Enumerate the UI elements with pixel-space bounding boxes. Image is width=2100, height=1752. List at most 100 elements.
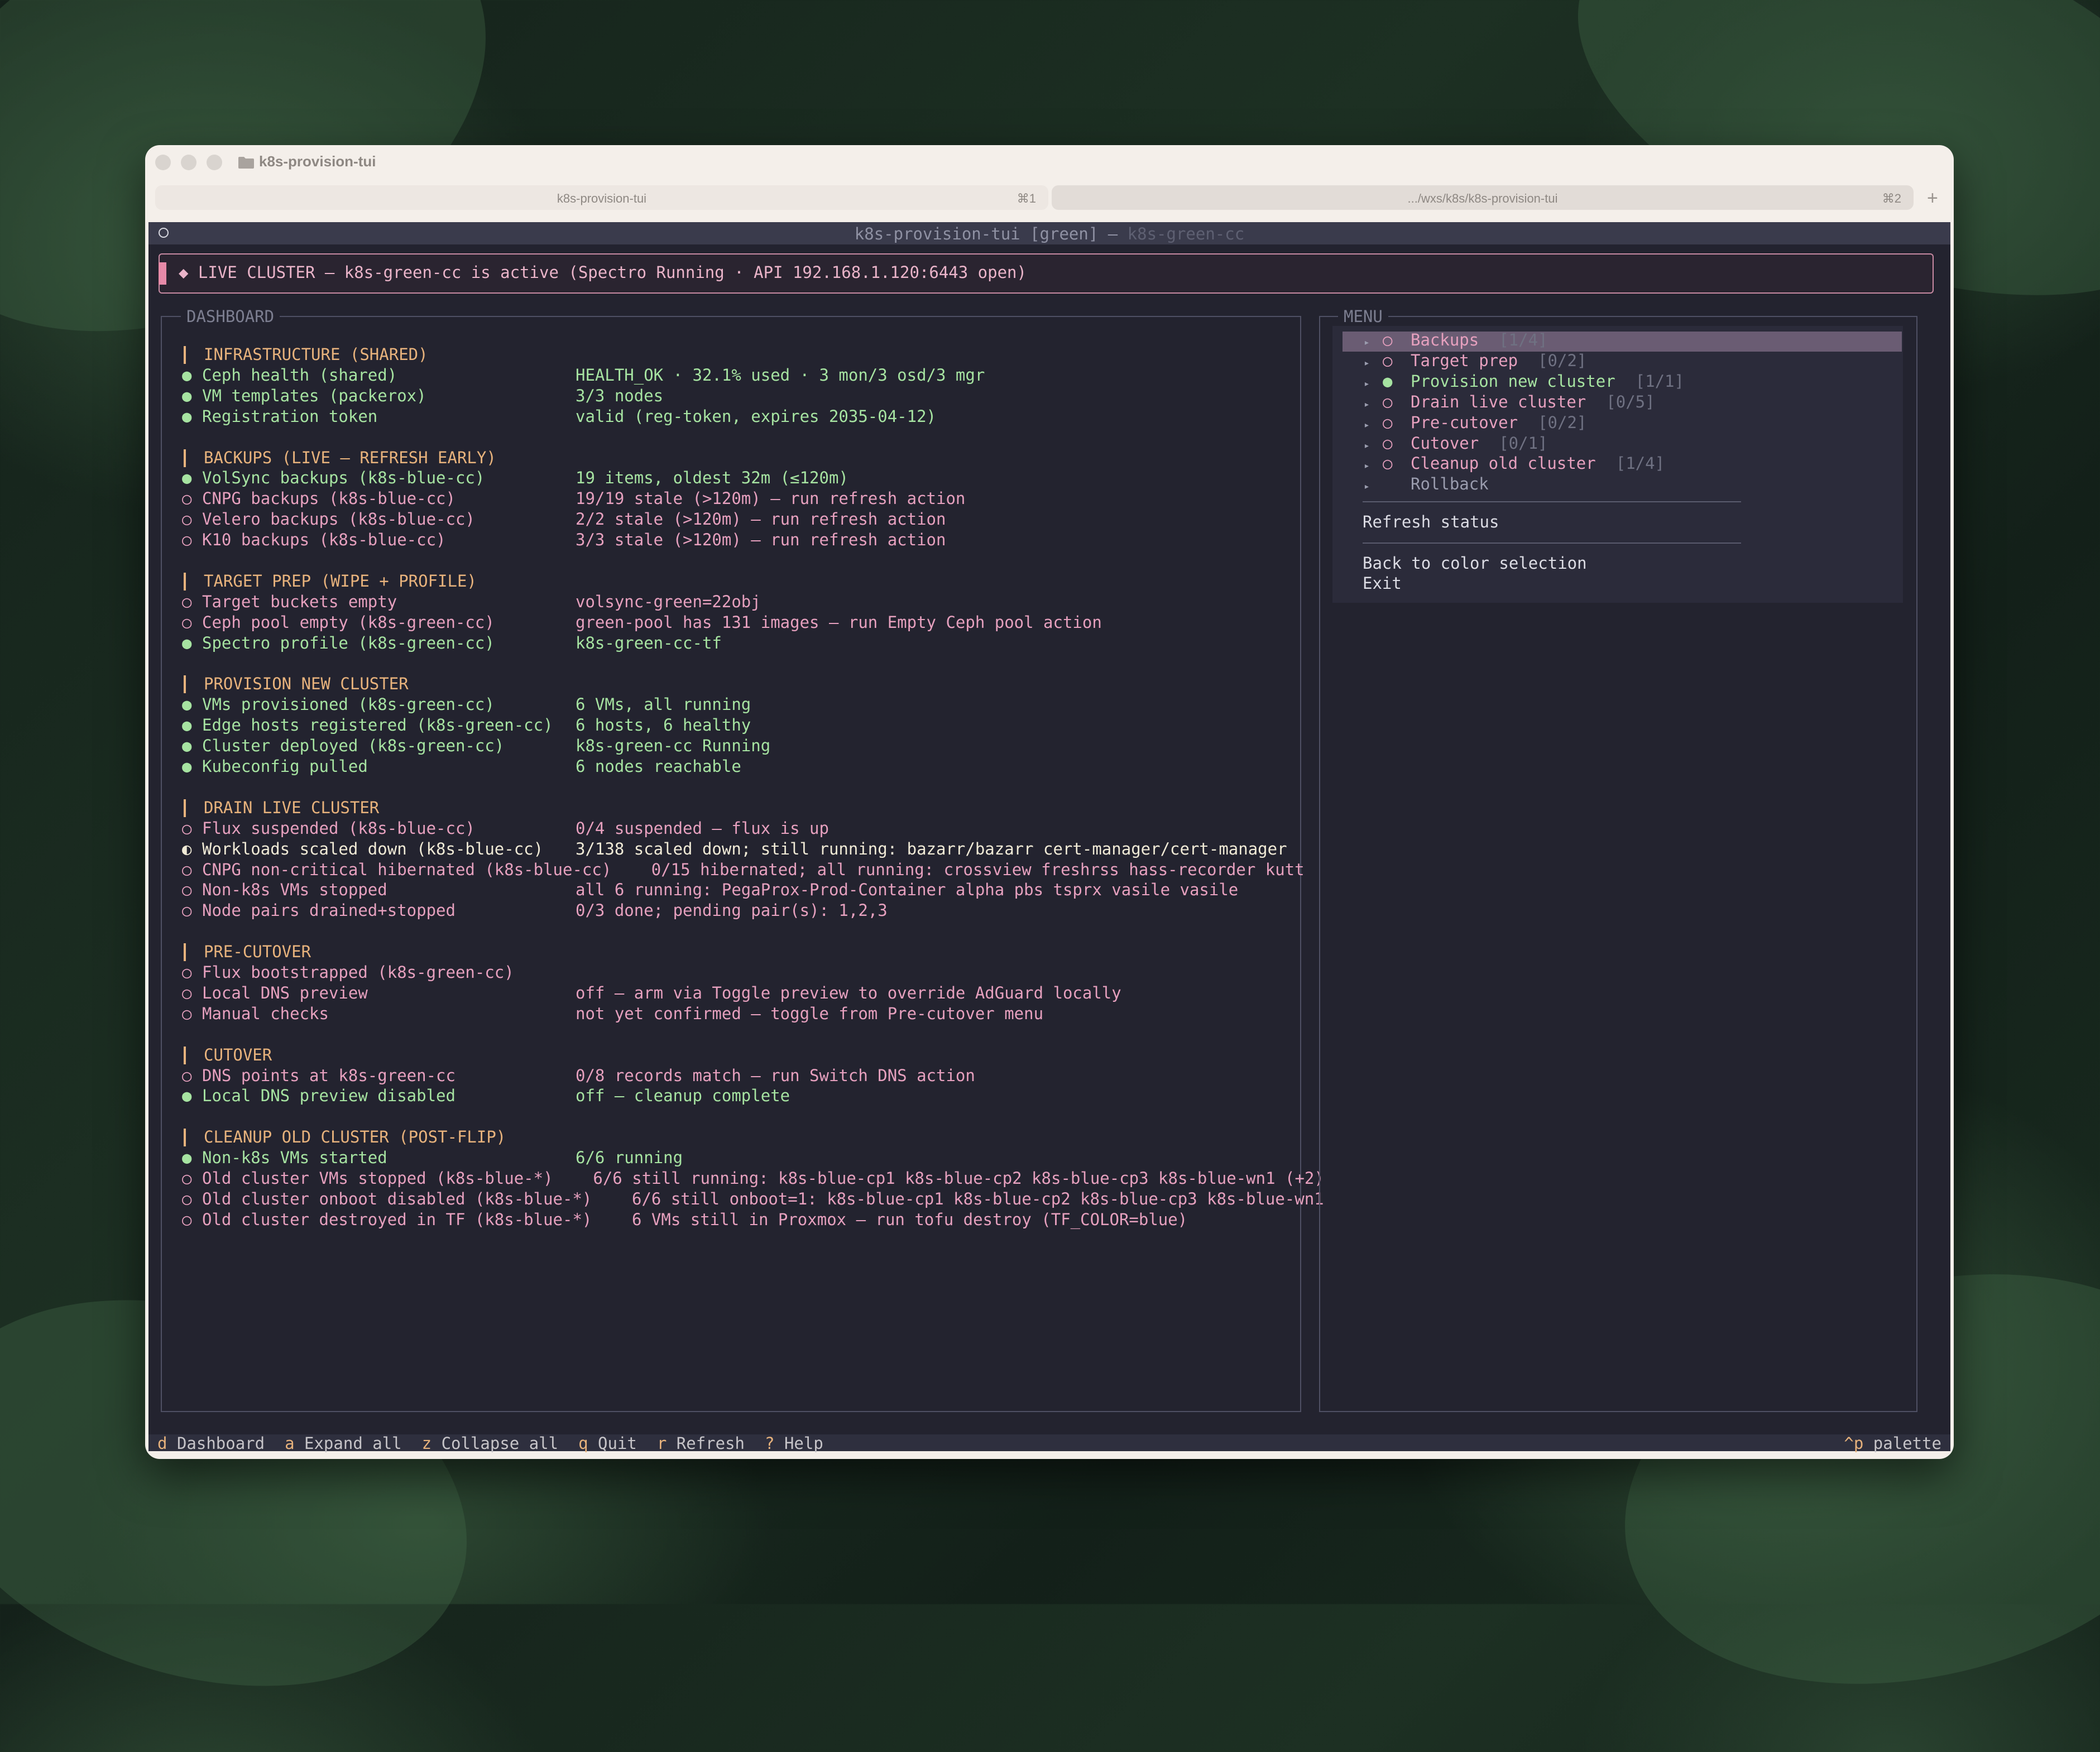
menu-item-label: Provision new cluster (1411, 371, 1615, 391)
exit-item[interactable]: Exit (1363, 574, 1402, 594)
check-status: 6/6 still running: k8s-blue-cp1 k8s-blue… (593, 1169, 1324, 1188)
check-pending-icon: ○ (182, 592, 192, 611)
check-done-icon: ● (1383, 371, 1393, 391)
check-row: ○ Manual checks not yet confirmed — toggle… (182, 1004, 1298, 1024)
menu-item-drain-live-cluster[interactable]: ▸ ○ Drain live cluster [0/5] (1364, 392, 1655, 412)
tab-shortcut: ⌘1 (1017, 191, 1036, 205)
expand-arrow-icon: ▸ (1364, 419, 1370, 431)
minimize-button[interactable] (181, 155, 196, 170)
menu-divider (1363, 543, 1741, 544)
check-status: 6 VMs, all running (576, 695, 751, 714)
check-pending-icon: ○ (182, 1065, 192, 1085)
check-status: 19 items, oldest 32m (≤120m) (576, 468, 848, 488)
check-done-icon: ● (182, 468, 192, 488)
terminal-window: k8s-provision-tui k8s-provision-tui ⌘1 .… (145, 145, 1954, 1459)
footer-key-collapse-all[interactable]: z Collapse all (422, 1434, 558, 1453)
check-row: ● Spectro profile (k8s-green-cc) k8s-green… (182, 633, 1298, 654)
check-row: ○ Velero backups (k8s-blue-cc) 2/2 stale (… (182, 510, 1298, 530)
check-label: Kubeconfig pulled (202, 757, 368, 776)
check-row: ○ Flux suspended (k8s-blue-cc) 0/4 suspend… (182, 819, 1298, 839)
check-row: ○ Flux bootstrapped (k8s-green-cc) (182, 963, 1298, 983)
check-row: ○ Local DNS preview off — arm via Toggle p… (182, 983, 1298, 1004)
menu-item-label: Cleanup old cluster (1411, 454, 1596, 473)
check-row: ○ Ceph pool empty (k8s-green-cc) green-poo… (182, 613, 1298, 633)
check-row: ● Ceph health (shared) HEALTH_OK · 32.1% u… (182, 366, 1298, 386)
check-pending-icon: ○ (182, 1209, 192, 1229)
zoom-button[interactable] (207, 155, 222, 170)
check-pending-icon: ○ (182, 880, 192, 900)
check-status: 6 nodes reachable (576, 757, 741, 776)
check-label: Cluster deployed (k8s-green-cc) (202, 736, 505, 756)
section-marker (184, 449, 186, 467)
tab-bar: k8s-provision-tui ⌘1 .../wxs/k8s/k8s-pro… (155, 182, 1945, 210)
check-row: ○ Old cluster VMs stopped (k8s-blue-*) 6/6… (182, 1169, 1324, 1189)
check-status: 3/3 nodes (576, 386, 664, 405)
check-label: Old cluster VMs stopped (k8s-blue-*) (202, 1169, 553, 1188)
palette-shortcut[interactable]: ^p palette (1844, 1434, 1941, 1453)
check-label: CNPG non-critical hibernated (k8s-blue-c… (202, 860, 612, 879)
check-pending-icon: ○ (182, 530, 192, 550)
check-label: Manual checks (202, 1004, 329, 1023)
check-row: ○ CNPG non-critical hibernated (k8s-blue-… (182, 860, 1305, 880)
expand-arrow-icon: ▸ (1364, 357, 1370, 369)
refresh-status-item[interactable]: Refresh status (1363, 512, 1499, 532)
close-button[interactable] (155, 155, 171, 170)
tui-title: k8s-provision-tui [green] — k8s-green-cc (854, 224, 1245, 243)
check-status: k8s-green-cc-tf (576, 633, 722, 652)
check-done-icon: ● (182, 695, 192, 714)
terminal-pane[interactable]: k8s-provision-tui [green] — k8s-green-cc… (148, 222, 1950, 1453)
check-label: Edge hosts registered (k8s-green-cc) (202, 716, 553, 735)
menu-item-backups[interactable]: ▸ ○ Backups [1/4] (1364, 330, 1548, 351)
menu-item-label: Rollback (1411, 474, 1489, 494)
check-status: off — arm via Toggle preview to override… (576, 983, 1121, 1002)
check-done-icon: ● (182, 757, 192, 776)
check-pending-icon: ○ (1383, 392, 1393, 411)
check-label: Flux suspended (k8s-blue-cc) (202, 818, 475, 838)
check-row: ○ Non-k8s VMs stopped all 6 running: PegaP… (182, 880, 1298, 900)
check-status: 0/3 done; pending pair(s): 1,2,3 (576, 901, 888, 920)
check-label: VM templates (packerox) (202, 386, 426, 405)
check-pending-icon: ○ (182, 1004, 192, 1023)
check-pending-icon: ○ (182, 1169, 192, 1188)
menu-item-cleanup-old-cluster[interactable]: ▸ ○ Cleanup old cluster [1/4] (1364, 454, 1665, 474)
check-status: HEALTH_OK · 32.1% used · 3 mon/3 osd/3 m… (576, 365, 985, 385)
expand-arrow-icon: ▸ (1364, 481, 1370, 493)
menu-item-cutover[interactable]: ▸ ○ Cutover [0/1] (1364, 434, 1548, 454)
check-status: k8s-green-cc Running (576, 736, 771, 756)
check-pending-icon: ○ (182, 1189, 192, 1208)
footer-key-expand-all[interactable]: a Expand all (285, 1434, 402, 1453)
menu-item-label: Drain live cluster (1411, 392, 1586, 411)
keybinding-footer: d Dashboard a Expand all z Collapse all q Q… (148, 1434, 1950, 1453)
menu-item-target-prep[interactable]: ▸ ○ Target prep [0/2] (1364, 351, 1586, 371)
new-tab-button[interactable]: + (1927, 188, 1938, 209)
footer-key-refresh[interactable]: r Refresh (657, 1434, 745, 1453)
check-label: Target buckets empty (202, 592, 397, 611)
footer-keys: d Dashboard a Expand all z Collapse all q Q… (157, 1434, 843, 1453)
back-to-color-selection-item[interactable]: Back to color selection (1363, 554, 1587, 574)
tab-1[interactable]: k8s-provision-tui ⌘1 (155, 185, 1048, 210)
check-status: 19/19 stale (>120m) — run refresh action (576, 489, 966, 508)
menu-item-provision-new-cluster[interactable]: ▸ ● Provision new cluster [1/1] (1364, 372, 1684, 392)
menu-item-label: Pre-cutover (1411, 412, 1518, 432)
expand-arrow-icon: ▸ (1364, 460, 1370, 472)
footer-key-help[interactable]: ? Help (765, 1434, 823, 1453)
dashboard-panel: DASHBOARD INFRASTRUCTURE (SHARED) ● Ceph h… (161, 307, 1324, 1412)
footer-key-quit[interactable]: q Quit (578, 1434, 637, 1453)
check-pending-icon: ○ (1383, 330, 1393, 349)
footer-key-dashboard[interactable]: d Dashboard (157, 1434, 265, 1453)
check-pending-icon: ○ (1383, 412, 1393, 432)
menu-divider (1363, 501, 1741, 502)
check-status: valid (reg-token, expires 2035-04-12) (576, 406, 937, 426)
menu-item-pre-cutover[interactable]: ▸ ○ Pre-cutover [0/2] (1364, 413, 1586, 433)
check-label: Velero backups (k8s-blue-cc) (202, 510, 475, 529)
check-row: ● Kubeconfig pulled 6 nodes reachable (182, 757, 1298, 777)
menu-item-rollback[interactable]: ▸ Rollback (1364, 474, 1509, 495)
folder-icon (238, 157, 254, 169)
tab-2[interactable]: .../wxs/k8s/k8s-provision-tui ⌘2 (1052, 185, 1914, 210)
menu-item-label: Cutover (1411, 433, 1479, 453)
check-label: Non-k8s VMs started (202, 1148, 387, 1168)
check-pending-icon: ○ (182, 860, 192, 879)
section-marker (184, 943, 186, 962)
check-status: 3/3 stale (>120m) — run refresh action (576, 530, 946, 550)
check-label: Workloads scaled down (k8s-blue-cc) (202, 839, 544, 858)
